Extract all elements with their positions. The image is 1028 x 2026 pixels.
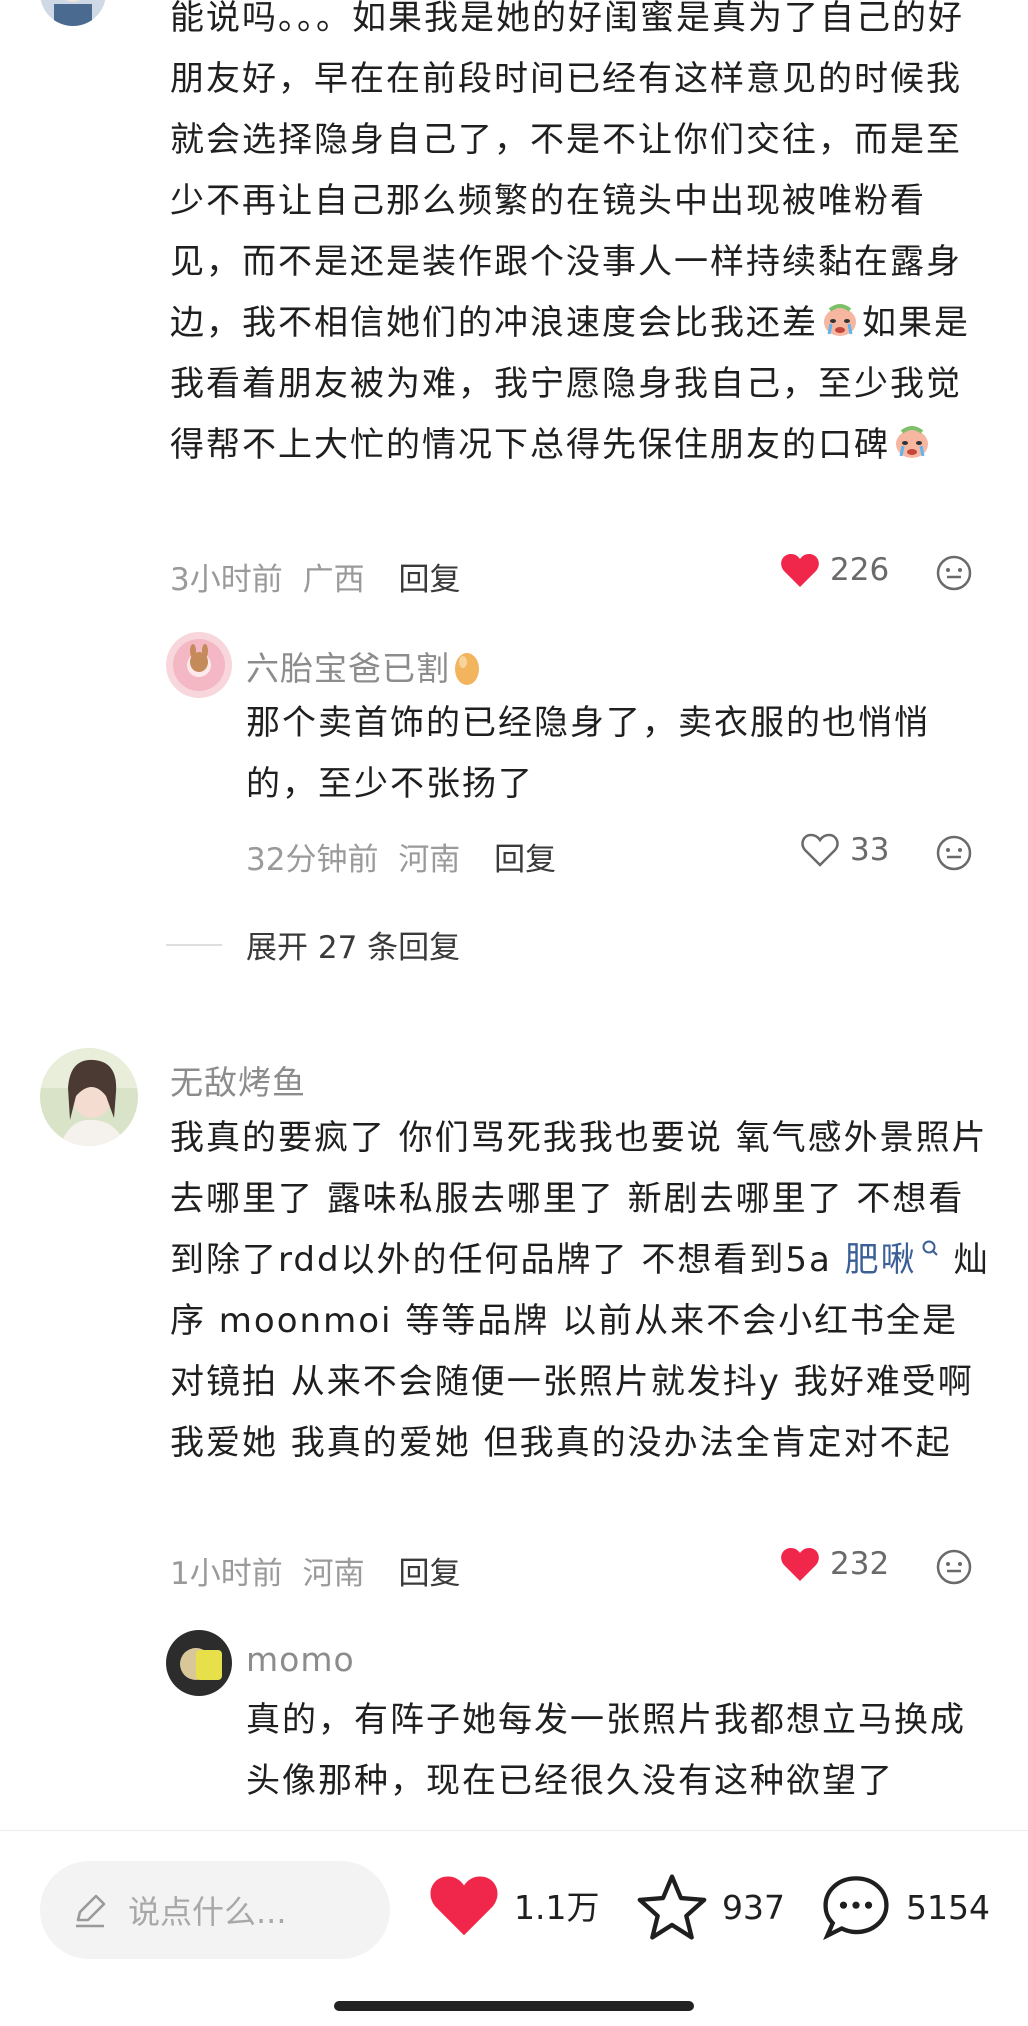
comment-text: 能说吗。。。如果我是她的好闺蜜是真为了自己的好朋友好，早在在前段时间已经有这样意… (170, 0, 970, 465)
heart-outline-icon (801, 833, 839, 867)
like-count: 232 (830, 1546, 890, 1582)
comment-username[interactable]: 无敌烤鱼 (170, 1056, 306, 1104)
keyword-link[interactable]: 肥啾 (845, 1240, 941, 1280)
emoji-reaction-icon[interactable] (935, 1548, 973, 1586)
star-outline-icon (637, 1874, 707, 1940)
emoji-reaction-icon[interactable] (935, 834, 973, 872)
comment-location: 广西 (302, 562, 365, 598)
comment-meta: 1小时前 河南 回复 (170, 1548, 460, 1593)
reply-username[interactable]: 六胎宝爸已割 (246, 642, 482, 690)
like-button[interactable]: 33 (800, 832, 889, 868)
crying-face-icon (824, 304, 856, 336)
avatar-comment2[interactable] (40, 1048, 138, 1146)
favorite-count: 937 (722, 1887, 785, 1927)
comment-input-placeholder: 说点什么... (128, 1893, 287, 1931)
reply-location: 河南 (398, 842, 461, 878)
like-post-button[interactable]: 1.1万 (428, 1873, 599, 1937)
post-like-count: 1.1万 (514, 1888, 600, 1927)
expand-replies-button[interactable]: 展开 27 条回复 (166, 922, 460, 967)
divider (166, 943, 222, 946)
comment-location: 河南 (302, 1556, 365, 1592)
avatar-comment1[interactable] (40, 0, 106, 26)
heart-filled-icon (430, 1876, 498, 1936)
reply-button[interactable]: 回复 (398, 562, 460, 598)
like-button[interactable]: 226 (780, 552, 889, 588)
reply-text: 真的，有阵子她每发一张照片我都想立马换成头像那种，现在已经很久没有这种欲望了 (246, 1700, 966, 1801)
comment-input[interactable]: 说点什么... (40, 1861, 390, 1959)
favorite-button[interactable]: 937 (636, 1873, 785, 1941)
reply-button[interactable]: 回复 (398, 1556, 460, 1592)
reply-button[interactable]: 回复 (494, 842, 556, 878)
reply-username[interactable]: momo (246, 1640, 355, 1679)
comment-time: 1小时前 (170, 1556, 283, 1592)
reply-time: 32分钟前 (246, 842, 379, 878)
comment-time: 3小时前 (170, 562, 283, 598)
comment-count: 5154 (906, 1887, 990, 1927)
like-count: 33 (850, 832, 890, 868)
pencil-icon (76, 1894, 106, 1928)
heart-filled-icon (781, 554, 819, 587)
reply-text: 那个卖首饰的已经隐身了，卖衣服的也悄悄的，至少不张扬了 (246, 703, 930, 804)
emoji-reaction-icon[interactable] (935, 554, 973, 592)
bottom-action-bar: 说点什么... 1.1万 937 5154 (0, 1830, 1028, 2026)
avatar-reply1[interactable] (166, 632, 232, 698)
heart-filled-icon (781, 1548, 819, 1581)
avatar-reply2[interactable] (166, 1630, 232, 1696)
like-button[interactable]: 232 (780, 1546, 889, 1582)
comment-meta: 3小时前 广西 回复 (170, 554, 460, 599)
home-indicator[interactable] (334, 2001, 694, 2011)
search-icon (922, 1240, 938, 1256)
reply-meta: 32分钟前 河南 回复 (246, 834, 556, 879)
comments-button[interactable]: 5154 (820, 1873, 990, 1941)
egg-icon (455, 653, 479, 685)
comment-text: 我真的要疯了 你们骂死我我也要说 氧气感外景照片去哪里了 露味私服去哪里了 新剧… (170, 1118, 990, 1463)
like-count: 226 (830, 552, 890, 588)
crying-face-icon (896, 426, 928, 458)
comment-bubble-icon (823, 1876, 889, 1941)
